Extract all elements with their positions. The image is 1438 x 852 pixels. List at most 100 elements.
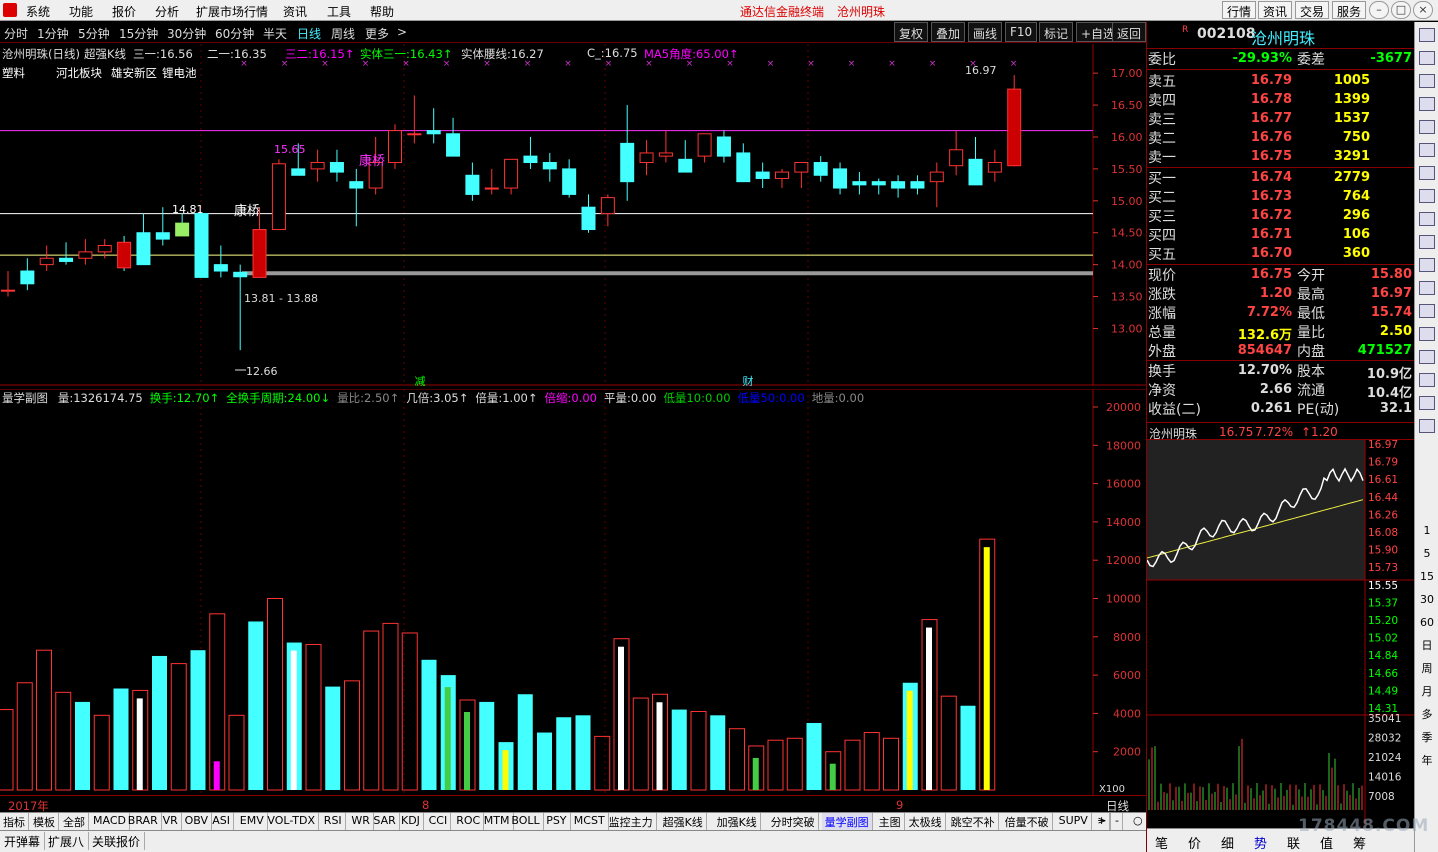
toolbar-tool-icon[interactable] [1419,212,1435,226]
toolbar-period-5[interactable]: 日 [1417,637,1437,655]
mini-tab-0[interactable]: 笔 [1155,833,1168,852]
btn-market[interactable]: 行情 [1222,1,1257,19]
toolbar-tool-icon[interactable] [1419,419,1435,433]
toolbar-period-8[interactable]: 多 [1417,706,1437,724]
period-60min[interactable]: 60分钟 [215,25,254,42]
indicator-tab-20[interactable]: 监控主力 [606,813,657,830]
indicator-tab-10[interactable]: RSI [321,813,346,830]
indicator-tab-13[interactable]: KDJ [398,813,424,830]
btn-overlay[interactable]: 叠加 [931,22,966,42]
btn-trade[interactable]: 交易 [1295,1,1330,19]
toolbar-tool-icon[interactable] [1419,327,1435,341]
minimize-icon[interactable]: – [1369,1,1389,19]
btn-back[interactable]: 返回 [1112,22,1147,42]
chevron-right-icon[interactable]: > [397,25,407,39]
btn-service[interactable]: 服务 [1332,1,1367,19]
mini-intraday-chart[interactable]: 16.97 16.79 16.61 16.44 16.26 16.08 15.90 15.73… [1147,440,1415,825]
mini-tab-3[interactable]: 势 [1254,833,1267,852]
menu-info[interactable]: 资讯 [283,3,307,20]
indicator-tab-18[interactable]: PSY [543,813,571,830]
toolbar-period-1[interactable]: 5 [1417,545,1437,563]
period-1min[interactable]: 1分钟 [37,25,69,42]
close-icon[interactable]: × [1413,1,1433,19]
btn-draw[interactable]: 画线 [968,22,1003,42]
indicator-tab-12[interactable]: SAR [370,813,400,830]
indicator-tab-26[interactable]: 太极线 [906,813,946,830]
toolbar-period-4[interactable]: 60 [1417,614,1437,632]
toolbar-tool-icon[interactable] [1419,120,1435,134]
toolbar-period-2[interactable]: 15 [1417,568,1437,586]
toolbar-period-9[interactable]: 季 [1417,729,1437,747]
mini-tab-2[interactable]: 细 [1221,833,1234,852]
indicator-tab-28[interactable]: 倍量不破 [1002,813,1053,830]
period-fenshi[interactable]: 分时 [4,25,28,42]
toolbar-period-6[interactable]: 周 [1417,660,1437,678]
menu-analysis[interactable]: 分析 [155,3,179,20]
indicator-tab-1[interactable]: 模板 [30,813,59,830]
period-30min[interactable]: 30分钟 [167,25,206,42]
indicator-tab-2[interactable]: 全部 [60,813,89,830]
toolbar-period-7[interactable]: 月 [1417,683,1437,701]
toolbar-tool-icon[interactable] [1419,74,1435,88]
zoom-in-icon[interactable]: + [1094,813,1111,830]
toolbar-tool-icon[interactable] [1419,143,1435,157]
period-more[interactable]: 更多 [365,25,389,42]
period-halfday[interactable]: 半天 [263,25,287,42]
menu-function[interactable]: 功能 [69,3,93,20]
indicator-tab-23[interactable]: 分时突破 [768,813,819,830]
status-related[interactable]: 关联报价 [88,832,146,850]
menu-system[interactable]: 系统 [26,3,50,20]
status-ext8[interactable]: 扩展八 [44,832,90,850]
menu-extended-market[interactable]: 扩展市场行情 [196,3,268,20]
period-15min[interactable]: 15分钟 [119,25,158,42]
indicator-tab-14[interactable]: CCI [426,813,452,830]
toolbar-tool-icon[interactable] [1419,350,1435,364]
menu-tools[interactable]: 工具 [327,3,351,20]
toolbar-period-0[interactable]: 1 [1417,522,1437,540]
toolbar-tool-icon[interactable] [1419,235,1435,249]
toolbar-tool-icon[interactable] [1419,258,1435,272]
period-weekly[interactable]: 周线 [331,25,355,42]
btn-fuquan[interactable]: 复权 [894,22,929,42]
indicator-tab-25[interactable]: 主图 [876,813,905,830]
toolbar-period-10[interactable]: 年 [1417,752,1437,770]
indicator-tab-8[interactable]: EMV [237,813,268,830]
maximize-icon[interactable]: □ [1391,1,1411,19]
toolbar-tool-icon[interactable] [1419,304,1435,318]
indicator-tab-15[interactable]: ROC [453,813,485,830]
indicator-tab-6[interactable]: OBV [182,813,212,830]
indicator-tab-9[interactable]: VOL-TDX [264,813,319,830]
toolbar-tool-icon[interactable] [1419,166,1435,180]
mini-tab-1[interactable]: 价 [1188,833,1201,852]
toolbar-period-3[interactable]: 30 [1417,591,1437,609]
btn-news[interactable]: 资讯 [1258,1,1293,19]
volume-chart[interactable]: 20000 18000 16000 14000 12000 10000 8000 6000 40… [0,388,1146,795]
period-5min[interactable]: 5分钟 [78,25,110,42]
indicator-tab-4[interactable]: BRAR [125,813,162,830]
indicator-tab-27[interactable]: 跳空不补 [948,813,999,830]
menu-quote[interactable]: 报价 [112,3,136,20]
indicator-tab-29[interactable]: SUPV [1056,813,1092,830]
status-danmu[interactable]: 开弹幕 [0,832,46,850]
period-daily[interactable]: 日线 [297,25,321,42]
toolbar-tool-icon[interactable] [1419,28,1435,42]
btn-f10[interactable]: F10 [1005,22,1038,42]
indicator-tab-0[interactable]: 指标 [0,813,29,830]
indicator-tab-7[interactable]: ASI [209,813,234,830]
btn-mark[interactable]: 标记 [1039,22,1074,42]
reset-icon[interactable]: ○ [1130,813,1147,830]
toolbar-tool-icon[interactable] [1419,189,1435,203]
menu-help[interactable]: 帮助 [370,3,394,20]
toolbar-tool-icon[interactable] [1419,51,1435,65]
indicator-tab-5[interactable]: VR [160,813,182,830]
indicator-tab-22[interactable]: 加强K线 [714,813,761,830]
toolbar-tool-icon[interactable] [1419,97,1435,111]
toolbar-tool-icon[interactable] [1419,396,1435,410]
toolbar-tool-icon[interactable] [1419,373,1435,387]
indicator-tab-17[interactable]: BOLL [508,813,544,830]
indicator-tab-21[interactable]: 超强K线 [660,813,707,830]
toolbar-tool-icon[interactable] [1419,281,1435,295]
indicator-tab-19[interactable]: MCST [571,813,609,830]
indicator-tab-24[interactable]: 量学副图 [821,813,873,830]
zoom-out-icon[interactable]: - [1112,813,1123,830]
